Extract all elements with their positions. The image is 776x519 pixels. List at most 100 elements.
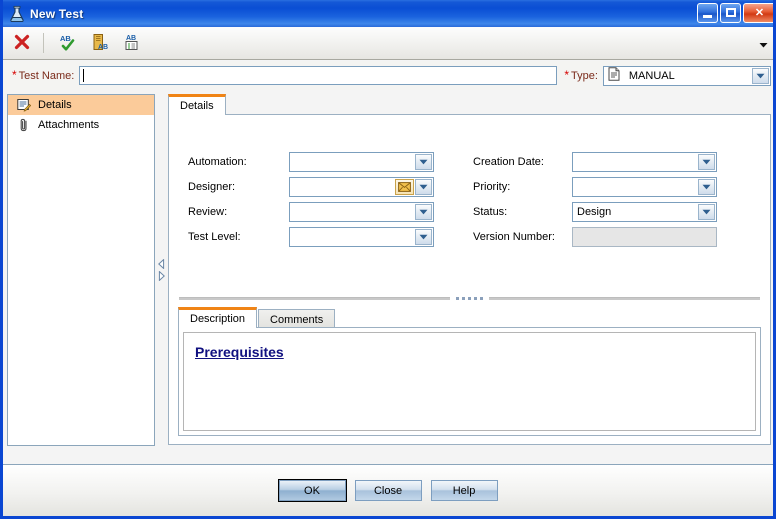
ok-button[interactable]: OK (277, 479, 347, 502)
toolbar-overflow-button[interactable] (755, 27, 771, 59)
field-row-priority: Priority: (473, 177, 510, 197)
version-number-label: Version Number: (473, 231, 555, 243)
tab-label: Comments (270, 313, 324, 326)
red-x-icon (13, 33, 31, 54)
panel-splitter[interactable] (156, 94, 166, 446)
description-area: Description Comments Prerequisites (178, 307, 761, 437)
creation-date-combo[interactable] (572, 152, 717, 172)
text-caret (83, 69, 85, 82)
type-combo[interactable]: MANUAL (602, 65, 771, 86)
splitter-line-right (489, 296, 760, 300)
automation-label: Automation: (188, 156, 247, 168)
tab-description[interactable]: Description (178, 307, 258, 328)
help-button[interactable]: Help (430, 480, 498, 501)
button-label: Help (452, 484, 476, 497)
spell-check-icon: AB (59, 33, 77, 54)
status-value: Design (577, 206, 612, 218)
svg-text:AB: AB (98, 44, 108, 51)
creation-date-dropdown-arrow[interactable] (698, 154, 715, 170)
thesaurus-icon: AB (91, 33, 109, 54)
test-level-combo[interactable] (289, 227, 434, 247)
test-level-label: Test Level: (188, 231, 241, 243)
type-dropdown-arrow[interactable] (751, 67, 769, 84)
review-label: Review: (188, 206, 228, 218)
title-bar[interactable]: New Test ✕ (3, 0, 773, 27)
automation-combo[interactable] (289, 152, 434, 172)
automation-dropdown-arrow[interactable] (415, 154, 432, 170)
tab-label: Details (180, 100, 214, 112)
maximize-icon (726, 8, 736, 17)
details-form-icon (16, 98, 32, 112)
test-level-dropdown-arrow[interactable] (415, 229, 432, 245)
description-tabstrip: Description Comments (178, 307, 761, 329)
status-combo[interactable]: Design (572, 202, 717, 222)
close-button[interactable]: ✕ (743, 3, 773, 23)
window-controls: ✕ (697, 3, 773, 23)
grip-dot (474, 296, 477, 300)
field-row-test-level: Test Level: (188, 227, 241, 247)
test-name-label-group: * Test Name: (12, 69, 74, 82)
version-number-field (572, 227, 717, 247)
field-row-creation-date: Creation Date: (473, 152, 544, 172)
splitter-grip (456, 296, 483, 300)
field-row-designer: Designer: (188, 177, 235, 197)
field-row-version-number: Version Number: (473, 227, 555, 247)
review-combo[interactable] (289, 202, 434, 222)
priority-combo[interactable] (572, 177, 717, 197)
tab-comments[interactable]: Comments (258, 309, 336, 329)
grip-dot (468, 296, 471, 300)
sidebar-item-details[interactable]: Details (8, 95, 154, 115)
tab-label: Description (190, 313, 246, 325)
details-tabstrip: Details (168, 94, 771, 115)
required-marker: * (12, 68, 17, 82)
details-pane: Details Automation: Designer: Review: Te… (168, 94, 771, 446)
sidebar-item-attachments[interactable]: Attachments (8, 115, 154, 135)
spelling-options-icon: AB (123, 33, 141, 54)
header-field-row: * Test Name: * Type: MANUAL (3, 61, 773, 90)
details-form: Automation: Designer: Review: Test Level… (169, 115, 770, 270)
toolbar: AB AB AB (3, 27, 773, 60)
thesaurus-button[interactable]: AB (87, 30, 113, 56)
tab-details[interactable]: Details (168, 94, 226, 115)
sidebar-item-label: Attachments (38, 119, 100, 131)
status-dropdown-arrow[interactable] (698, 204, 715, 220)
type-required-marker: * (564, 68, 569, 82)
priority-dropdown-arrow[interactable] (698, 179, 715, 195)
sidebar-item-label: Details (38, 99, 72, 111)
triangle-right-icon[interactable] (158, 270, 165, 282)
manual-test-icon (608, 67, 620, 84)
button-label: OK (304, 484, 320, 497)
maximize-button[interactable] (720, 3, 741, 23)
clear-field-button[interactable] (9, 30, 35, 56)
description-tab-panel: Prerequisites (178, 327, 761, 436)
minimize-button[interactable] (697, 3, 718, 23)
minimize-icon (703, 15, 712, 18)
close-icon: ✕ (754, 6, 765, 19)
type-label-group: * Type: (564, 69, 598, 82)
close-dialog-button[interactable]: Close (354, 480, 422, 501)
spelling-options-button[interactable]: AB (119, 30, 145, 56)
test-name-input[interactable] (79, 66, 558, 85)
type-label: Type: (570, 70, 598, 82)
description-splitter[interactable] (179, 295, 760, 301)
description-editor[interactable]: Prerequisites (183, 332, 756, 431)
dialog-footer: OK Close Help (3, 464, 773, 516)
priority-label: Priority: (473, 181, 511, 193)
grip-dot (462, 296, 465, 300)
paperclip-icon (16, 118, 32, 132)
review-dropdown-arrow[interactable] (415, 204, 432, 220)
designer-dropdown-arrow[interactable] (415, 179, 432, 195)
new-test-dialog: New Test ✕ AB AB AB * Test Name: * Type:… (0, 0, 776, 519)
status-label: Status: (473, 206, 508, 218)
svg-text:AB: AB (60, 34, 71, 43)
designer-combo[interactable] (289, 177, 434, 197)
window-title: New Test (30, 6, 84, 21)
chevron-down-icon (759, 39, 768, 51)
toolbar-separator (43, 33, 44, 53)
svg-text:AB: AB (126, 35, 136, 42)
check-spelling-button[interactable]: AB (55, 30, 81, 56)
grip-dot (480, 296, 483, 300)
creation-date-label: Creation Date: (473, 156, 544, 168)
triangle-left-icon[interactable] (157, 258, 165, 270)
send-mail-button[interactable] (395, 179, 414, 195)
